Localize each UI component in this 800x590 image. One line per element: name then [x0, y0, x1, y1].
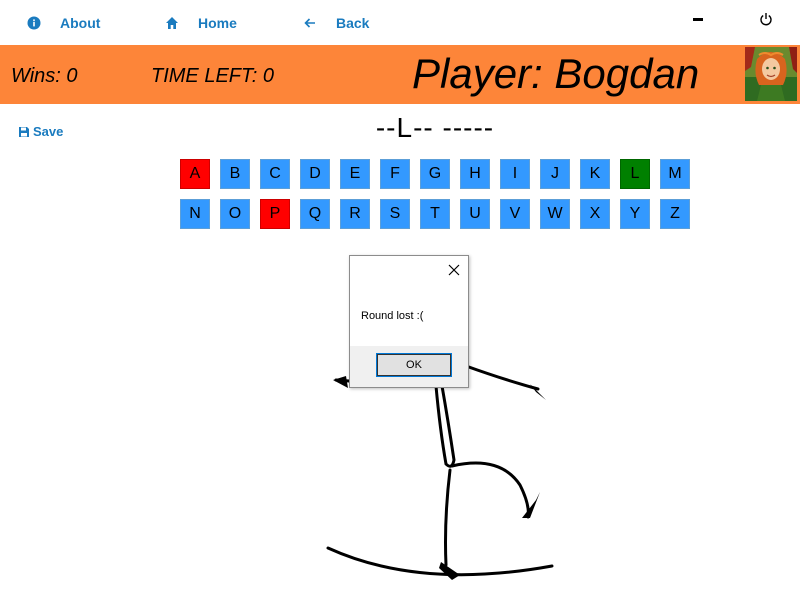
- save-label: Save: [33, 124, 64, 139]
- dialog-footer: OK: [350, 346, 468, 387]
- letter-button-l[interactable]: L: [620, 159, 650, 189]
- figure-right-leg: [450, 461, 530, 519]
- letter-button-y[interactable]: Y: [620, 199, 650, 229]
- letter-button-c[interactable]: C: [260, 159, 290, 189]
- letter-button-q[interactable]: Q: [300, 199, 330, 229]
- back-arrow-icon: [302, 15, 318, 31]
- figure-ground: [326, 546, 554, 577]
- ok-button[interactable]: OK: [376, 353, 452, 377]
- home-link[interactable]: Home: [164, 12, 237, 34]
- dialog-message: Round lost :(: [361, 310, 424, 322]
- info-icon: [26, 15, 42, 31]
- back-link[interactable]: Back: [302, 12, 369, 34]
- back-label: Back: [336, 15, 370, 31]
- letter-button-w[interactable]: W: [540, 199, 570, 229]
- letter-button-x[interactable]: X: [580, 199, 610, 229]
- figure-right-arm: [464, 364, 540, 391]
- letter-button-p[interactable]: P: [260, 199, 290, 229]
- dialog-close-button[interactable]: [446, 262, 462, 278]
- letter-button-t[interactable]: T: [420, 199, 450, 229]
- letter-button-k[interactable]: K: [580, 159, 610, 189]
- figure-right-hand: [530, 384, 546, 400]
- letter-button-s[interactable]: S: [380, 199, 410, 229]
- letter-button-n[interactable]: N: [180, 199, 210, 229]
- round-lost-dialog: Round lost :( OK: [349, 255, 469, 388]
- status-banner: Wins: 0 TIME LEFT: 0 Player: Bogdan: [0, 45, 800, 104]
- letter-button-u[interactable]: U: [460, 199, 490, 229]
- minimize-button[interactable]: [686, 10, 710, 32]
- about-label: About: [60, 15, 101, 31]
- letter-button-e[interactable]: E: [340, 159, 370, 189]
- letter-button-o[interactable]: O: [220, 199, 250, 229]
- home-icon: [164, 15, 180, 31]
- figure-left-hand: [333, 376, 348, 388]
- letter-button-r[interactable]: R: [340, 199, 370, 229]
- letter-button-z[interactable]: Z: [660, 199, 690, 229]
- letter-button-g[interactable]: G: [420, 159, 450, 189]
- power-button[interactable]: [754, 10, 778, 32]
- minimize-icon: [692, 12, 704, 30]
- figure-torso: [434, 384, 456, 468]
- letter-button-b[interactable]: B: [220, 159, 250, 189]
- letter-button-h[interactable]: H: [460, 159, 490, 189]
- letter-button-d[interactable]: D: [300, 159, 330, 189]
- letter-button-f[interactable]: F: [380, 159, 410, 189]
- letter-button-i[interactable]: I: [500, 159, 530, 189]
- letter-button-m[interactable]: M: [660, 159, 690, 189]
- figure-right-foot: [522, 492, 540, 518]
- letter-button-j[interactable]: J: [540, 159, 570, 189]
- close-icon: [448, 264, 460, 276]
- player-name: Player: Bogdan: [412, 50, 700, 97]
- about-link[interactable]: About: [26, 12, 100, 34]
- wins-counter: Wins: 0: [11, 65, 78, 87]
- power-icon: [759, 12, 773, 31]
- time-left: TIME LEFT: 0: [151, 65, 274, 87]
- save-button[interactable]: Save: [18, 124, 63, 139]
- letter-button-v[interactable]: V: [500, 199, 530, 229]
- hidden-word: --L-- -----: [375, 112, 495, 143]
- player-avatar: [745, 47, 797, 101]
- save-icon: [19, 126, 29, 137]
- figure-left-foot: [439, 562, 460, 580]
- top-nav: About Home Back: [0, 0, 800, 44]
- figure-left-leg: [444, 468, 452, 567]
- letter-button-a[interactable]: A: [180, 159, 210, 189]
- figure-left-arm: [334, 378, 351, 383]
- home-label: Home: [198, 15, 237, 31]
